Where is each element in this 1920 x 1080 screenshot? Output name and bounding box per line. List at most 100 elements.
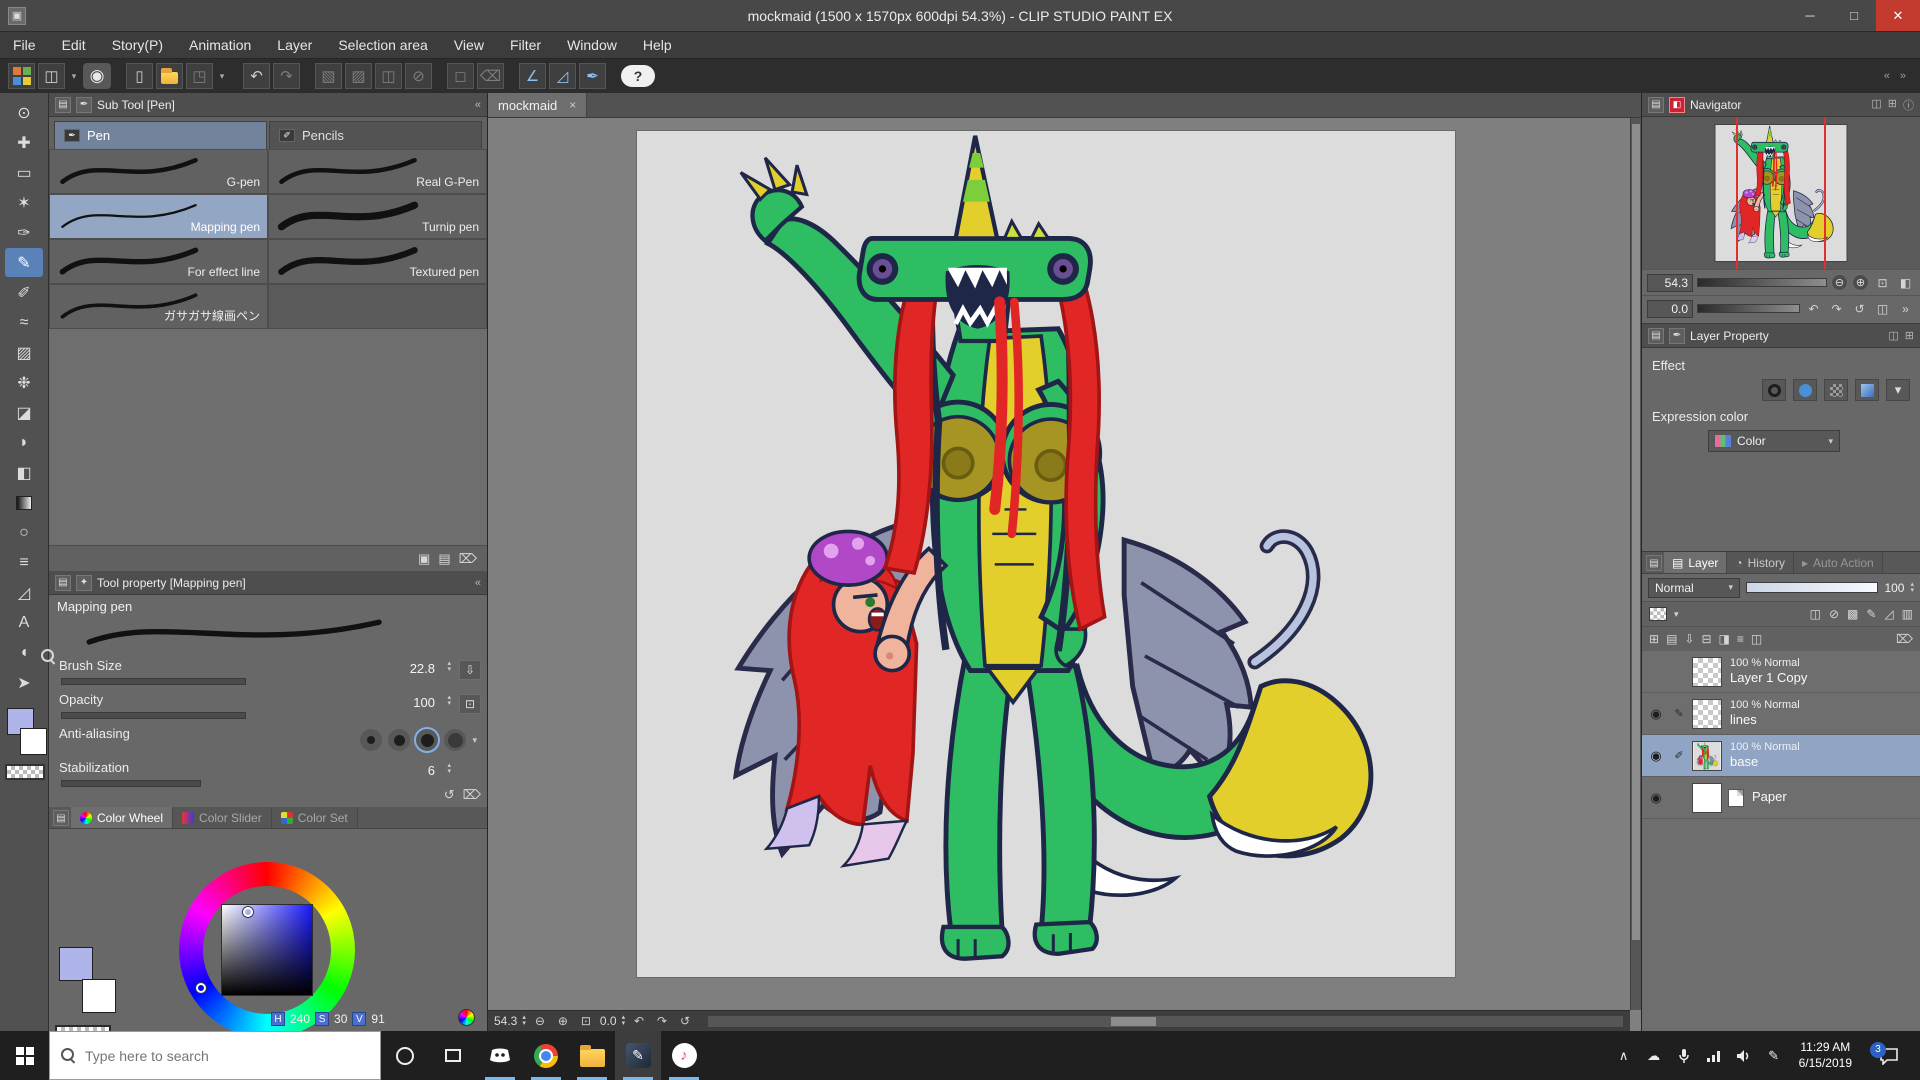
sub-color-swatch[interactable]	[20, 728, 47, 755]
brush-g-pen[interactable]: G-pen	[49, 149, 268, 194]
set-ruler-icon[interactable]: ◿	[1884, 607, 1893, 621]
maximize-button[interactable]: □	[1832, 0, 1876, 31]
layer-name[interactable]: Paper	[1752, 789, 1787, 805]
snap-grid-icon[interactable]: ✒	[579, 63, 606, 89]
search-input[interactable]	[85, 1048, 369, 1064]
nav-flip-icon[interactable]: ◫	[1873, 300, 1892, 317]
canvas-rotation-value[interactable]: 0.0	[600, 1014, 617, 1028]
color-mode-toggle-icon[interactable]	[458, 1009, 475, 1026]
layer-name[interactable]: lines	[1730, 712, 1800, 728]
marquee-select-tool[interactable]: ▭	[5, 158, 43, 187]
enable-mask-icon[interactable]: ✎	[1866, 607, 1876, 621]
document-canvas[interactable]	[637, 131, 1455, 977]
panel-tab-icon[interactable]: ▤	[1646, 555, 1662, 571]
aa-weak-button[interactable]	[388, 729, 410, 751]
main-color-swatch[interactable]	[59, 947, 93, 981]
visibility-eye-icon[interactable]: ◉	[1646, 748, 1666, 764]
menu-view[interactable]: View	[441, 32, 497, 58]
saturation-value[interactable]: 30	[334, 1012, 347, 1026]
zoom-in-icon[interactable]: ⊕	[554, 1013, 572, 1029]
taskbar-clip-studio[interactable]: ✎	[615, 1031, 661, 1080]
frame-border-tool[interactable]: ≡	[5, 548, 43, 577]
nav-zoom-in-icon[interactable]: ⊕	[1852, 274, 1869, 291]
layer-palette-option-icon[interactable]: ▥	[1902, 607, 1913, 621]
clip-to-layer-icon[interactable]: ◫	[1810, 607, 1821, 621]
new-layer-icon[interactable]: ⊞	[1649, 632, 1659, 646]
opacity-dynamics-icon[interactable]: ⊡	[459, 694, 481, 714]
close-button[interactable]: ✕	[1876, 0, 1920, 31]
auto-select-tool[interactable]: ✶	[5, 188, 43, 217]
taskbar-clock[interactable]: 11:29 AM 6/15/2019	[1795, 1040, 1856, 1071]
layer-opacity-value[interactable]: 100	[1884, 581, 1904, 595]
network-icon[interactable]	[1705, 1050, 1723, 1062]
taskbar-discord[interactable]	[477, 1031, 523, 1080]
menu-help[interactable]: Help	[630, 32, 685, 58]
layer-row-paper[interactable]: ◉ Paper	[1642, 777, 1920, 819]
stabilization-spinner[interactable]: ▴▾	[447, 763, 451, 775]
nav-rotate-left-icon[interactable]: ↶	[1804, 300, 1823, 317]
panel-tab-icon[interactable]: ▤	[53, 810, 69, 826]
eyedropper-tool[interactable]: ✑	[5, 218, 43, 247]
tab-color-set[interactable]: Color Set	[272, 807, 358, 828]
deselect-icon[interactable]: ▧	[315, 63, 342, 89]
navigator-preview[interactable]	[1642, 117, 1920, 269]
fit-to-screen-icon[interactable]: ⊡	[577, 1013, 595, 1029]
balloon-tool[interactable]: ◖	[5, 638, 43, 667]
subtool-collapse-icon[interactable]: «	[475, 99, 481, 111]
redo-icon[interactable]: ↷	[273, 63, 300, 89]
delete-setting-icon[interactable]: ⌦	[463, 787, 481, 803]
effect-more-caret-icon[interactable]: ▾	[1886, 379, 1910, 401]
microphone-icon[interactable]	[1675, 1048, 1693, 1064]
watercolor-edge-button[interactable]	[1793, 379, 1817, 401]
canvas-zoom-value[interactable]: 54.3	[494, 1014, 517, 1028]
layer-thumbnail[interactable]	[1692, 699, 1722, 729]
layer-opacity-spinner[interactable]: ▴▾	[1910, 582, 1914, 594]
select-all-icon[interactable]: ◫	[375, 63, 402, 89]
tone-effect-button[interactable]	[1824, 379, 1848, 401]
new-file-icon[interactable]: ▯	[126, 63, 153, 89]
reference-caret-icon[interactable]: ▾	[1674, 609, 1679, 620]
taskbar-search[interactable]	[49, 1031, 381, 1080]
layer-thumbnail[interactable]	[1692, 783, 1722, 813]
layer-thumbnail[interactable]	[1692, 657, 1722, 687]
brush-tool[interactable]: ≈	[5, 308, 43, 337]
menu-window[interactable]: Window	[554, 32, 630, 58]
panel-tab-icon[interactable]: ▤	[1648, 328, 1664, 344]
aa-caret-icon[interactable]: ▾	[472, 735, 477, 746]
combine-layer-icon[interactable]: ◨	[1719, 632, 1730, 646]
pen-input-icon[interactable]: ✎	[1765, 1048, 1783, 1064]
minimize-button[interactable]: ─	[1788, 0, 1832, 31]
save-icon[interactable]: ◳	[186, 63, 213, 89]
stabilization-slider[interactable]	[61, 780, 201, 787]
ruler-tool[interactable]: ◿	[5, 578, 43, 607]
erase-outside-icon[interactable]: ⌫	[477, 63, 504, 89]
tab-color-wheel[interactable]: Color Wheel	[71, 807, 173, 828]
opacity-slider[interactable]	[61, 712, 246, 719]
window-switch-icon[interactable]: ◫	[38, 63, 65, 89]
nav-fit-icon[interactable]: ⊡	[1873, 274, 1892, 291]
nav-collapse-icon[interactable]: »	[1896, 300, 1915, 317]
menu-edit[interactable]: Edit	[49, 32, 99, 58]
document-tab-mockmaid[interactable]: mockmaid ×	[488, 93, 587, 117]
navigator-zoom-slider[interactable]	[1697, 278, 1827, 287]
layer-name[interactable]: base	[1730, 754, 1800, 770]
brush-mapping-pen[interactable]: Mapping pen	[49, 194, 268, 239]
sub-color-swatch[interactable]	[82, 979, 116, 1013]
move-tool[interactable]: ✚	[5, 128, 43, 157]
expression-color-dropdown[interactable]: Color ▾	[1708, 430, 1840, 452]
panel-tab-icon[interactable]: ▤	[1648, 97, 1664, 113]
navigator-rotation-value[interactable]: 0.0	[1647, 300, 1693, 318]
new-folder-icon[interactable]: ▤	[1666, 632, 1677, 646]
tab-color-slider[interactable]: Color Slider	[173, 807, 272, 828]
snap-special-ruler-icon[interactable]: ◿	[549, 63, 576, 89]
horizontal-scroll-thumb[interactable]	[1111, 1017, 1157, 1026]
panel-collapse-arrows[interactable]: «»	[1884, 70, 1912, 82]
navigator-info-icon[interactable]: ⓘ	[1903, 97, 1914, 113]
menu-animation[interactable]: Animation	[176, 32, 264, 58]
reference-layer-chip[interactable]	[1649, 607, 1667, 621]
lock-layer-icon[interactable]: ⊘	[1829, 607, 1839, 621]
nav-reset-rotation-icon[interactable]: ↺	[1850, 300, 1869, 317]
save-caret-icon[interactable]: ▾	[216, 71, 228, 82]
opacity-spinner[interactable]: ▴▾	[447, 695, 451, 707]
canvas-viewport[interactable]	[488, 118, 1630, 1010]
